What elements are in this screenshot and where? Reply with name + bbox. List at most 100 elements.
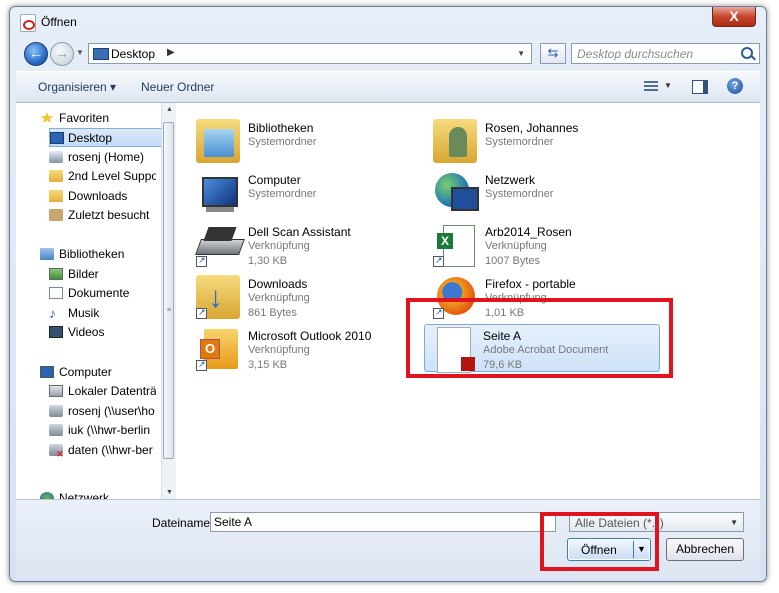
file-name: Firefox - portable [485, 277, 576, 291]
navigation-scrollbar[interactable]: ▲ ≡ ▼ [161, 103, 176, 499]
excel-icon [433, 223, 477, 267]
address-dropdown-icon[interactable]: ▼ [517, 49, 525, 58]
breadcrumb-arrow-icon[interactable]: ▶ [167, 47, 175, 58]
view-options-icon[interactable] [644, 81, 658, 93]
history-dropdown-icon[interactable]: ▼ [76, 48, 84, 57]
shortcut-arrow-icon [196, 307, 207, 319]
downloads-folder-icon [49, 190, 63, 202]
sidebar-libraries[interactable]: Bibliotheken [16, 245, 156, 264]
sidebar-item-local-disk[interactable]: Lokaler Datenträger [16, 382, 156, 401]
sidebar-item-label: Bilder [68, 267, 99, 281]
command-bar: Organisieren ▾ Neuer Ordner ▼ ? [16, 71, 760, 103]
sidebar-item-label: Lokaler Datenträger [68, 384, 156, 398]
local-disk-icon [49, 385, 63, 397]
sidebar-computer-label: Computer [59, 365, 112, 379]
file-item-computer[interactable]: Computer Systemordner [190, 169, 420, 217]
shortcut-arrow-icon [196, 359, 207, 371]
refresh-button[interactable]: ⇆ [540, 43, 566, 64]
scanner-icon [196, 223, 240, 267]
sidebar-item-home[interactable]: rosenj (Home) [16, 148, 156, 167]
network-drive-icon [49, 405, 63, 417]
file-item-libraries[interactable]: Bibliotheken Systemordner [190, 117, 420, 165]
filename-field[interactable] [210, 512, 556, 532]
sidebar-item-label: Downloads [68, 189, 128, 203]
sidebar-item-label: iuk (\\hwr-berlin [68, 423, 151, 437]
sidebar-item-label: Dokumente [68, 286, 130, 300]
sidebar-item-videos[interactable]: Videos [16, 323, 156, 342]
address-bar[interactable]: Desktop ▶ ▼ [88, 43, 532, 64]
scroll-down-icon[interactable]: ▼ [166, 489, 173, 496]
file-item-dell-scan[interactable]: Dell Scan Assistant Verknüpfung 1,30 KB [190, 221, 420, 269]
sidebar-item-pictures[interactable]: Bilder [16, 265, 156, 284]
sidebar-item-downloads[interactable]: Downloads [16, 187, 156, 206]
videos-icon [49, 326, 63, 338]
computer-icon [40, 366, 54, 378]
computer-icon [196, 171, 240, 215]
file-name: Dell Scan Assistant [248, 225, 351, 239]
red-highlight-open-button [540, 512, 659, 571]
sidebar-item-recent[interactable]: Zuletzt besucht [16, 206, 156, 225]
breadcrumb-desktop[interactable]: Desktop [111, 47, 155, 61]
sidebar-item-documents[interactable]: Dokumente [16, 284, 156, 303]
sidebar-favorites[interactable]: Favoriten [16, 109, 156, 128]
sidebar-item-2nd-level-support[interactable]: 2nd Level Support [16, 167, 156, 186]
sidebar-computer[interactable]: Computer [16, 363, 156, 382]
scrollbar-thumb[interactable]: ≡ [163, 122, 174, 459]
desktop-icon [93, 48, 109, 60]
chevron-down-icon[interactable]: ▼ [730, 518, 738, 527]
file-name: Microsoft Outlook 2010 [248, 329, 372, 343]
file-item-arb2014[interactable]: Arb2014_Rosen Verknüpfung 1007 Bytes [427, 221, 657, 269]
back-button[interactable]: ← [24, 42, 48, 66]
filename-input[interactable] [214, 515, 544, 529]
open-dialog: Öffnen X ← → ▼ Desktop ▶ ▼ ⇆ Organisiere… [9, 6, 767, 582]
file-name: Arb2014_Rosen [485, 225, 572, 239]
sidebar-item-music[interactable]: ♪ Musik [16, 304, 156, 323]
sidebar-item-label: rosenj (Home) [68, 150, 145, 164]
sidebar-item-label: daten (\\hwr-ber [68, 443, 153, 457]
file-name: Computer [248, 173, 301, 187]
network-icon [40, 492, 54, 499]
sidebar-item-desktop[interactable]: Desktop [49, 128, 165, 147]
file-type: Verknüpfung [248, 292, 310, 304]
new-folder-button[interactable]: Neuer Ordner [141, 80, 214, 94]
filename-label: Dateiname: [152, 516, 214, 530]
sidebar-network[interactable]: Netzwerk [16, 489, 156, 499]
sidebar-item-label: Musik [68, 306, 100, 320]
cancel-button[interactable]: Abbrechen [666, 538, 744, 561]
disconnected-x-icon: ✕ [56, 449, 64, 459]
shortcut-arrow-icon [433, 255, 444, 267]
search-icon[interactable] [741, 47, 753, 59]
file-name: Bibliotheken [248, 121, 314, 135]
organize-button[interactable]: Organisieren ▾ [38, 80, 116, 94]
forward-button[interactable]: → [50, 42, 74, 66]
file-name: Downloads [248, 277, 308, 291]
help-icon[interactable]: ? [727, 78, 743, 94]
search-box[interactable] [571, 43, 760, 64]
close-button[interactable]: X [712, 7, 756, 27]
folder-icon [49, 170, 63, 182]
sidebar-favorites-label: Favoriten [59, 111, 110, 125]
library-icon [196, 119, 240, 163]
title-bar: Öffnen X [10, 7, 766, 37]
view-dropdown-icon[interactable]: ▼ [664, 81, 672, 90]
file-item-user-folder[interactable]: Rosen, Johannes Systemordner [427, 117, 657, 165]
file-item-outlook[interactable]: Microsoft Outlook 2010 Verknüpfung 3,15 … [190, 325, 420, 373]
network-drive-icon [49, 424, 63, 436]
sidebar-item-label: Videos [68, 325, 105, 339]
pdf-app-icon [20, 14, 36, 32]
library-icon [40, 248, 54, 260]
file-type: Systemordner [485, 136, 554, 148]
sidebar-item-daten-drive[interactable]: ✕ daten (\\hwr-ber [16, 441, 156, 460]
sidebar-item-rosenj-drive[interactable]: rosenj (\\user\ho [16, 402, 156, 421]
desktop-icon [50, 132, 64, 144]
preview-pane-icon[interactable] [692, 80, 708, 94]
outlook-icon [196, 327, 240, 371]
file-item-network[interactable]: Netzwerk Systemordner [427, 169, 657, 217]
scroll-up-icon[interactable]: ▲ [166, 106, 173, 113]
star-icon [40, 112, 54, 123]
file-size: 861 Bytes [248, 307, 297, 319]
red-highlight-file [406, 298, 673, 378]
search-input[interactable] [577, 46, 737, 61]
sidebar-item-iuk-drive[interactable]: iuk (\\hwr-berlin [16, 421, 156, 440]
file-item-downloads[interactable]: Downloads Verknüpfung 861 Bytes [190, 273, 420, 321]
